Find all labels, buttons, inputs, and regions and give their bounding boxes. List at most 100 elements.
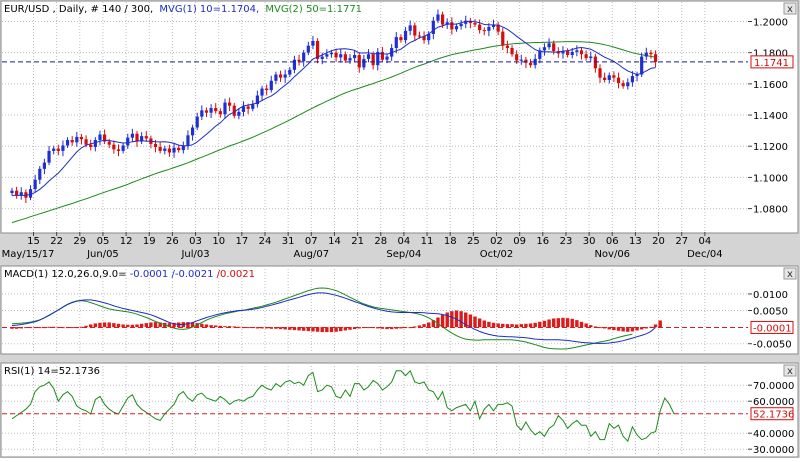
- ma-10-label: MVG(1) 10=1.1704,: [159, 4, 259, 15]
- macd-histogram-bar: [84, 325, 88, 328]
- month-tick-label: Jul/03: [180, 249, 209, 260]
- day-tick-label: 25: [467, 236, 480, 247]
- candle-down: [334, 52, 338, 58]
- candle-up: [283, 74, 287, 78]
- close-icon[interactable]: x: [787, 366, 793, 377]
- candle-down: [482, 30, 486, 32]
- macd-histogram-bar: [200, 323, 204, 328]
- macd-histogram-bar: [491, 322, 496, 328]
- month-tick-label: May/15/17: [2, 249, 55, 260]
- macd-histogram-bar: [445, 312, 449, 328]
- candle-up: [353, 55, 357, 59]
- candle-down: [167, 148, 172, 153]
- candle-up: [42, 162, 47, 169]
- histogram-value-label: /0.0021: [217, 269, 255, 280]
- macd-histogram-bar: [501, 323, 505, 328]
- month-tick-label: Nov/06: [594, 249, 630, 260]
- macd-histogram-bar: [102, 322, 107, 328]
- macd-histogram-bar: [589, 325, 593, 328]
- candle-up: [547, 43, 551, 48]
- macd-histogram-bar: [149, 322, 153, 328]
- macd-histogram-bar: [542, 320, 547, 328]
- candle-down: [399, 37, 403, 41]
- macd-value-label: -0.0001: [130, 269, 169, 280]
- day-tick-label: 19: [143, 236, 156, 247]
- macd-histogram-bar: [130, 324, 135, 328]
- macd-histogram-bar: [278, 327, 283, 330]
- day-tick-label: 20: [652, 236, 665, 247]
- price-tick-label: 1.1200: [753, 142, 788, 153]
- day-tick-label: 31: [282, 236, 295, 247]
- macd-tick-label: -0.0050: [753, 340, 792, 351]
- candle-down: [246, 106, 250, 109]
- candle-up: [75, 136, 79, 143]
- day-tick-label: 24: [259, 236, 272, 247]
- candle-down: [616, 77, 621, 84]
- candle-up: [121, 145, 125, 151]
- rsi-tick-label: 60.0000: [753, 397, 794, 408]
- macd-histogram-bar: [570, 318, 574, 328]
- chart-window: 1.2000 1.1800 1.1600 1.1400 1.1200 1.1000 1.08…: [0, 0, 800, 458]
- macd-histogram-bar: [505, 324, 510, 328]
- candle-down: [116, 149, 121, 151]
- price-panel-close-button[interactable]: x: [783, 2, 797, 15]
- candle-down: [371, 54, 375, 66]
- day-tick-label: 16: [536, 236, 549, 247]
- macd-histogram-bar: [510, 324, 514, 328]
- macd-histogram-bar: [417, 325, 422, 328]
- day-tick-label: 09: [513, 236, 526, 247]
- macd-histogram-bar: [482, 320, 486, 328]
- price-tick-label: 1.2000: [753, 17, 788, 28]
- macd-histogram-bar: [556, 318, 561, 328]
- candle-up: [575, 50, 579, 52]
- macd-histogram-bar: [519, 324, 523, 328]
- macd-histogram-bar: [112, 323, 116, 328]
- candle-up: [570, 51, 574, 56]
- candle-up: [288, 69, 292, 75]
- candle-up: [269, 80, 273, 91]
- last-price-value: 1.1741: [754, 58, 789, 69]
- signal-value-label: /-0.0021: [171, 269, 213, 280]
- candle-up: [320, 56, 324, 59]
- candle-up: [302, 52, 306, 62]
- close-icon[interactable]: x: [787, 269, 793, 280]
- candle-up: [339, 54, 343, 58]
- candle-up: [454, 26, 459, 30]
- candle-down: [440, 14, 445, 25]
- candle-up: [487, 26, 491, 31]
- day-tick-label: 17: [235, 236, 248, 247]
- candle-up: [38, 168, 42, 180]
- day-tick-label: 02: [490, 236, 503, 247]
- macd-histogram-bar: [468, 314, 473, 328]
- day-tick-label: 03: [189, 236, 202, 247]
- candle-up: [98, 134, 102, 140]
- macd-histogram-bar: [139, 323, 144, 328]
- candle-up: [130, 133, 134, 138]
- candle-down: [112, 144, 116, 150]
- candle-down: [478, 24, 482, 31]
- candle-down: [343, 54, 347, 61]
- macd-panel-close-button[interactable]: x: [783, 267, 797, 280]
- candle-up: [241, 106, 246, 112]
- macd-histogram-bar: [144, 323, 148, 328]
- candle-up: [237, 111, 241, 116]
- candle-down: [579, 50, 584, 55]
- candle-up: [223, 102, 227, 115]
- candle-up: [19, 192, 23, 196]
- price-panel: 1.20001.18001.16001.14001.12001.10001.08…: [0, 0, 799, 234]
- candle-up: [52, 148, 56, 151]
- candle-up: [626, 82, 630, 87]
- candle-down: [413, 25, 417, 36]
- candle-down: [621, 83, 625, 87]
- candle-up: [93, 140, 97, 148]
- macd-histogram-bar: [552, 318, 556, 328]
- candle-down: [653, 54, 658, 62]
- rsi-panel-close-button[interactable]: x: [783, 364, 797, 377]
- candle-up: [209, 108, 213, 113]
- candle-up: [542, 47, 547, 51]
- close-icon[interactable]: x: [787, 4, 793, 15]
- candle-down: [153, 143, 158, 148]
- macd-histogram-bar: [533, 322, 537, 328]
- candle-up: [274, 74, 278, 81]
- candle-up: [311, 40, 315, 46]
